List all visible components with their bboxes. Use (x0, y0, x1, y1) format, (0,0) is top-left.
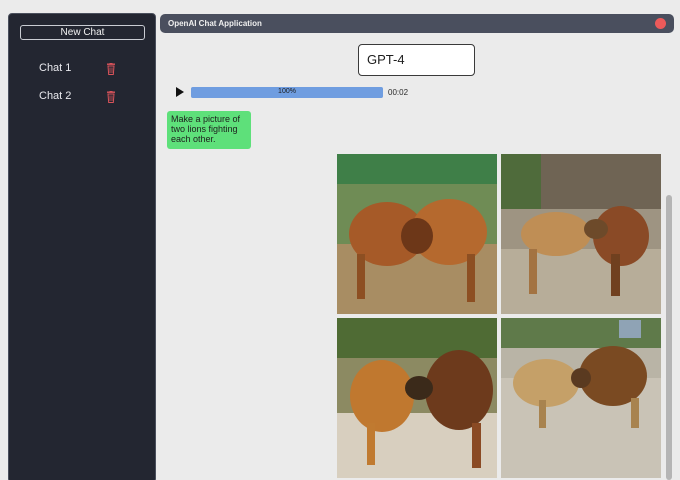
title-bar: OpenAI Chat Application (160, 14, 674, 33)
audio-progress-bar[interactable]: 100% (191, 87, 383, 98)
progress-label: 100% (278, 88, 296, 95)
lion-image-icon (337, 154, 497, 314)
trash-icon[interactable] (106, 91, 116, 103)
chat-label: Chat 2 (39, 90, 72, 102)
lion-image-icon (501, 318, 661, 478)
close-button[interactable] (655, 18, 666, 29)
trash-icon[interactable] (106, 63, 116, 75)
generated-image[interactable] (337, 154, 497, 314)
chat-list-item[interactable]: Chat 1 (9, 59, 157, 79)
generated-image[interactable] (501, 318, 661, 478)
window-title: OpenAI Chat Application (168, 19, 262, 28)
new-chat-button[interactable]: New Chat (20, 25, 145, 40)
lion-image-icon (337, 318, 497, 478)
sidebar: New Chat Chat 1 Chat 2 (8, 13, 156, 480)
chat-list-item[interactable]: Chat 2 (9, 87, 157, 107)
lion-image-icon (501, 154, 661, 314)
chat-label: Chat 1 (39, 62, 72, 74)
generated-image[interactable] (501, 154, 661, 314)
play-icon[interactable] (175, 87, 185, 97)
generated-image[interactable] (337, 318, 497, 478)
user-message: Make a picture of two lions fighting eac… (167, 111, 251, 149)
elapsed-time: 00:02 (388, 88, 409, 97)
scrollbar[interactable] (666, 195, 672, 480)
model-selector[interactable]: GPT-4 (358, 44, 475, 76)
